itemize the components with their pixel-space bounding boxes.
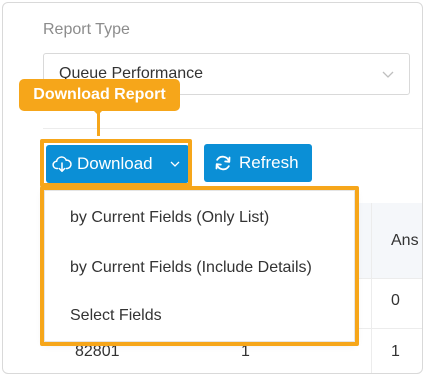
refresh-icon [215,155,231,171]
column-divider [371,203,372,373]
table-header-answered: Ans [391,232,419,249]
chevron-down-icon [382,71,394,78]
report-type-label: Report Type [43,21,130,38]
download-button-highlight [40,139,192,187]
table-cell: 1 [391,343,400,360]
table-cell: 0 [391,292,400,309]
callout-arrow [92,109,104,115]
refresh-button-label: Refresh [239,153,299,172]
refresh-button[interactable]: Refresh [204,144,312,182]
download-report-callout: Download Report [19,79,180,111]
report-panel: Report Type Queue Performance Ans 0 8280… [2,2,423,374]
dropdown-menu-highlight [40,186,359,346]
